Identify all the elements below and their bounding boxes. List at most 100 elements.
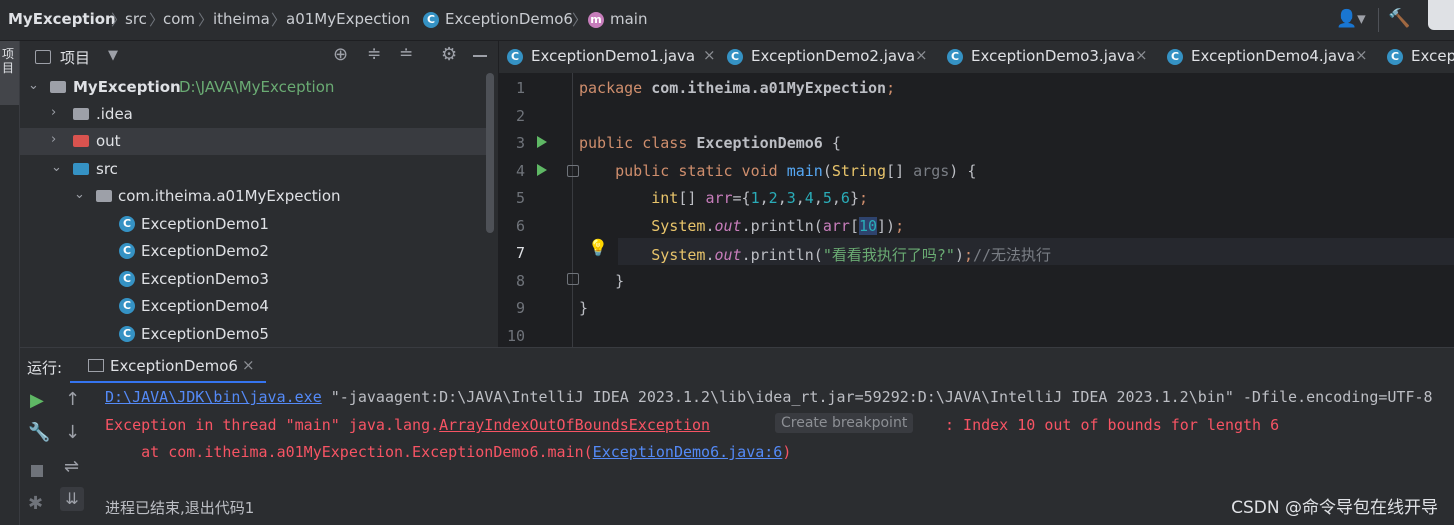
source-folder-icon — [73, 163, 89, 175]
expand-all-icon[interactable]: ≑ — [367, 44, 381, 64]
close-icon[interactable]: × — [703, 46, 716, 64]
create-breakpoint-tooltip[interactable]: Create breakpoint — [775, 413, 914, 433]
class-icon: C — [507, 49, 523, 65]
line-number: 8 — [515, 272, 525, 290]
chevron-down-icon[interactable]: ⌄ — [51, 160, 62, 175]
tree-item-label: ExceptionDemo5 — [141, 325, 269, 343]
project-tool-tab[interactable]: 项目 — [0, 41, 19, 105]
close-icon[interactable]: × — [915, 46, 928, 64]
tree-item-label: .idea — [96, 105, 133, 123]
project-panel-header: 项目 ▼ ⊕ ≑ ≐ ⚙ — [20, 41, 498, 73]
breadcrumb-method[interactable]: main — [610, 10, 647, 28]
class-icon: C — [119, 216, 135, 232]
breadcrumb-package[interactable]: a01MyExpection — [286, 10, 410, 28]
chevron-down-icon[interactable]: ⌄ — [74, 187, 85, 202]
close-icon[interactable]: × — [1355, 46, 1368, 64]
close-icon[interactable]: × — [242, 356, 255, 374]
minimize-icon[interactable] — [473, 55, 487, 57]
run-main-icon[interactable] — [537, 164, 547, 176]
tree-item-path: D:\JAVA\MyException — [179, 78, 335, 96]
build-hammer-icon[interactable]: 🔨 — [1388, 8, 1410, 29]
run-panel-label: 运行: — [27, 359, 63, 377]
class-icon: C — [727, 49, 743, 65]
line-number: 9 — [515, 299, 525, 317]
source-location-link[interactable]: ExceptionDemo6.java:6 — [593, 443, 783, 461]
tree-item-out[interactable]: › out — [20, 128, 486, 155]
console-icon — [88, 359, 104, 372]
arrow-up-icon[interactable]: ↑ — [65, 389, 80, 410]
tree-item-label: ExceptionDemo3 — [141, 270, 269, 288]
editor-tab[interactable]: C ExceptionDemo5.java — [1387, 41, 1454, 73]
stack-suffix: ) — [782, 443, 792, 461]
exception-prefix: Exception in thread "main" java.lang. — [105, 416, 440, 434]
java-exe-link[interactable]: D:\JAVA\JDK\bin\java.exe — [105, 388, 322, 406]
run-class-icon[interactable] — [537, 136, 547, 148]
collapse-all-icon[interactable]: ≐ — [399, 44, 413, 64]
editor-tab-label: ExceptionDemo2.java — [751, 47, 916, 65]
scroll-to-end-icon[interactable]: ⇊ — [60, 487, 84, 511]
tree-item-class[interactable]: C ExceptionDemo5 — [20, 321, 486, 348]
line-number: 3 — [515, 134, 525, 152]
project-panel-title: 项目 — [60, 49, 91, 67]
code-area[interactable] — [572, 73, 1454, 347]
chevron-right-icon[interactable]: › — [51, 105, 56, 120]
fold-icon[interactable] — [567, 165, 579, 177]
close-icon[interactable]: × — [1135, 46, 1148, 64]
soft-wrap-icon[interactable]: ⇌ — [64, 456, 79, 477]
user-icon[interactable]: 👤▾ — [1336, 9, 1366, 29]
line-number: 2 — [515, 107, 525, 125]
editor-tab-label: ExceptionDemo3.java — [971, 47, 1136, 65]
breadcrumb-com[interactable]: com — [163, 10, 195, 28]
run-tab-label[interactable]: ExceptionDemo6 — [110, 357, 238, 375]
breadcrumb-project[interactable]: MyException — [8, 10, 116, 28]
breadcrumb-separator: 〉 — [149, 11, 165, 29]
class-icon: C — [119, 326, 135, 342]
chevron-right-icon[interactable]: › — [51, 132, 56, 147]
class-icon: C — [119, 243, 135, 259]
gear-icon[interactable]: ⚙ — [441, 44, 457, 65]
wrench-icon[interactable]: 🔧 — [28, 422, 50, 443]
exception-class-link[interactable]: ArrayIndexOutOfBoundsException — [439, 416, 710, 434]
breadcrumb-separator: 〉 — [271, 11, 287, 29]
tree-item-class[interactable]: C ExceptionDemo2 — [20, 238, 486, 265]
line-number: 10 — [506, 327, 525, 345]
package-icon — [96, 190, 112, 202]
tree-item-project[interactable]: ⌄ MyException D:\JAVA\MyException — [20, 74, 486, 101]
chevron-down-icon[interactable]: ▼ — [108, 48, 118, 63]
arrow-down-icon[interactable]: ↓ — [65, 422, 80, 443]
bug-icon[interactable]: ✱ — [28, 493, 43, 514]
tree-item-class[interactable]: C ExceptionDemo1 — [20, 211, 486, 238]
rerun-icon[interactable]: ▶ — [30, 390, 44, 411]
tree-item-class[interactable]: C ExceptionDemo4 — [20, 293, 486, 320]
chevron-down-icon[interactable]: ⌄ — [28, 78, 39, 93]
tree-item-label: ExceptionDemo2 — [141, 242, 269, 260]
tree-item-idea[interactable]: › .idea — [20, 101, 486, 128]
breadcrumb-itheima[interactable]: itheima — [213, 10, 270, 28]
tree-item-label: ExceptionDemo1 — [141, 215, 269, 233]
tree-item-class[interactable]: C ExceptionDemo3 — [20, 266, 486, 293]
stop-icon[interactable] — [31, 465, 43, 477]
tree-item-label: MyException — [73, 78, 181, 96]
locate-icon[interactable]: ⊕ — [333, 44, 348, 65]
tree-item-package[interactable]: ⌄ com.itheima.a01MyExpection — [20, 183, 486, 210]
console-line-stacktrace: at com.itheima.a01MyExpection.ExceptionD… — [105, 443, 791, 461]
code-line-8: } — [579, 272, 625, 290]
editor-tab-label: ExceptionDemo4.java — [1191, 47, 1356, 65]
tree-item-label: ExceptionDemo4 — [141, 297, 269, 315]
breadcrumb-class[interactable]: ExceptionDemo6 — [445, 10, 573, 28]
exception-message: : Index 10 out of bounds for length 6 — [945, 416, 1280, 434]
watermark: CSDN @命令导包在线开导 — [1231, 498, 1438, 518]
code-line-7: System.out.println("看看我执行了吗?");//无法执行 — [651, 246, 1052, 264]
toolbar-divider — [1378, 8, 1379, 32]
breadcrumb-separator: 〉 — [111, 11, 127, 29]
line-number: 7 — [515, 244, 525, 262]
project-scrollbar[interactable] — [486, 73, 494, 233]
breadcrumb-src[interactable]: src — [125, 10, 147, 28]
stack-prefix: at com.itheima.a01MyExpection.ExceptionD… — [105, 443, 593, 461]
line-number: 6 — [515, 217, 525, 235]
window-control[interactable] — [1428, 0, 1454, 30]
fold-icon[interactable] — [567, 273, 579, 285]
tree-item-src[interactable]: ⌄ src — [20, 156, 486, 183]
code-line-5: int[] arr={1,2,3,4,5,6}; — [651, 189, 868, 207]
line-number: 5 — [515, 189, 525, 207]
